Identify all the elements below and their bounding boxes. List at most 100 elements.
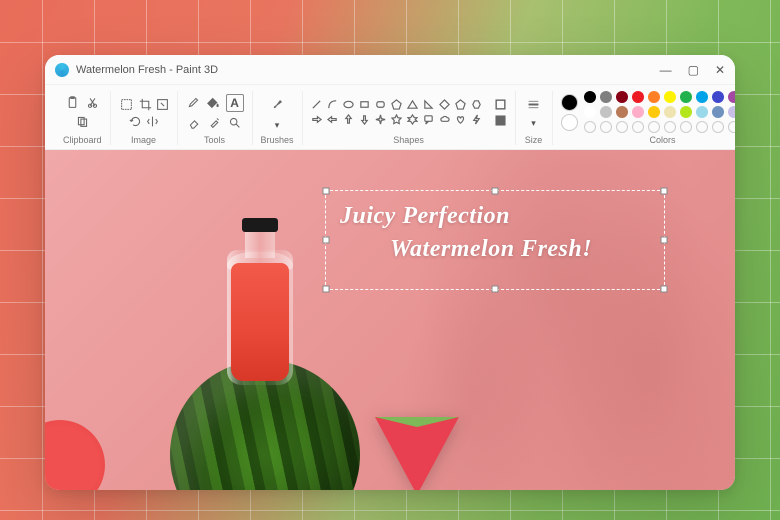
flip-icon[interactable] xyxy=(146,115,159,128)
resize-icon[interactable] xyxy=(156,98,169,111)
shape-hexagon-icon[interactable] xyxy=(471,99,483,111)
text-selection-box[interactable]: Juicy Perfection Watermelon Fresh! xyxy=(325,190,665,290)
size-dropdown-icon[interactable]: ▾ xyxy=(527,117,540,130)
rotate-icon[interactable] xyxy=(129,115,142,128)
group-label-size: Size xyxy=(525,135,543,145)
shape-fill-icon[interactable] xyxy=(494,114,507,127)
color-secondary[interactable] xyxy=(561,114,578,131)
custom-color-slot-9[interactable] xyxy=(728,121,735,133)
custom-color-slot-8[interactable] xyxy=(712,121,724,133)
watermelon-slice xyxy=(375,417,459,490)
shape-cloud-icon[interactable] xyxy=(439,114,451,126)
shape-star5-icon[interactable] xyxy=(391,114,403,126)
eyedropper-icon[interactable] xyxy=(207,115,223,131)
group-colors: Colors xyxy=(553,91,735,145)
titlebar: Watermelon Fresh - Paint 3D — ▢ ✕ xyxy=(45,55,735,85)
color-swatch-18[interactable] xyxy=(712,106,724,118)
color-swatch-10[interactable] xyxy=(584,106,596,118)
custom-color-slot-7[interactable] xyxy=(696,121,708,133)
resize-handle-n[interactable] xyxy=(492,188,499,195)
cut-icon[interactable] xyxy=(84,95,100,111)
pencil-icon[interactable] xyxy=(186,95,202,111)
color-swatch-5[interactable] xyxy=(664,91,676,103)
ribbon-toolbar: Clipboard Image A xyxy=(45,85,735,150)
color-swatch-13[interactable] xyxy=(632,106,644,118)
shape-roundrect-icon[interactable] xyxy=(375,99,387,111)
shape-rect-icon[interactable] xyxy=(359,99,371,111)
shape-outline-icon[interactable] xyxy=(494,98,507,111)
resize-handle-e[interactable] xyxy=(661,237,668,244)
select-icon[interactable] xyxy=(119,96,135,112)
resize-handle-ne[interactable] xyxy=(661,188,668,195)
shape-star4-icon[interactable] xyxy=(375,114,387,126)
magnifier-icon[interactable] xyxy=(227,115,243,131)
resize-handle-se[interactable] xyxy=(661,286,668,293)
shape-curve-icon[interactable] xyxy=(327,99,339,111)
custom-color-slot-5[interactable] xyxy=(664,121,676,133)
color-swatch-8[interactable] xyxy=(712,91,724,103)
maximize-button[interactable]: ▢ xyxy=(688,64,699,76)
copy-icon[interactable] xyxy=(74,114,90,130)
custom-color-slot-1[interactable] xyxy=(600,121,612,133)
color-primary[interactable] xyxy=(561,94,578,111)
color-swatch-15[interactable] xyxy=(664,106,676,118)
crop-icon[interactable] xyxy=(139,98,152,111)
shape-line-icon[interactable] xyxy=(311,99,323,111)
custom-color-slot-3[interactable] xyxy=(632,121,644,133)
color-swatch-11[interactable] xyxy=(600,106,612,118)
shape-pentagon-icon[interactable] xyxy=(455,99,467,111)
canvas-area[interactable]: Juicy Perfection Watermelon Fresh! xyxy=(45,150,735,490)
color-swatch-0[interactable] xyxy=(584,91,596,103)
color-swatch-16[interactable] xyxy=(680,106,692,118)
shape-arrowd-icon[interactable] xyxy=(359,114,371,126)
text-content[interactable]: Juicy Perfection Watermelon Fresh! xyxy=(326,191,664,275)
brush-dropdown-icon[interactable]: ▾ xyxy=(271,119,284,132)
shape-heart-icon[interactable] xyxy=(455,114,467,126)
shape-callout-icon[interactable] xyxy=(423,114,435,126)
color-swatch-17[interactable] xyxy=(696,106,708,118)
app-window: Watermelon Fresh - Paint 3D — ▢ ✕ Clipbo… xyxy=(45,55,735,490)
color-swatch-4[interactable] xyxy=(648,91,660,103)
fill-icon[interactable] xyxy=(206,95,222,111)
shape-rtriangle-icon[interactable] xyxy=(423,99,435,111)
resize-handle-w[interactable] xyxy=(323,237,330,244)
color-swatch-14[interactable] xyxy=(648,106,660,118)
brush-icon[interactable] xyxy=(265,92,289,116)
color-swatch-2[interactable] xyxy=(616,91,628,103)
color-swatch-19[interactable] xyxy=(728,106,735,118)
size-icon[interactable] xyxy=(524,94,544,114)
color-swatch-3[interactable] xyxy=(632,91,644,103)
shape-triangle-icon[interactable] xyxy=(407,99,419,111)
color-swatch-6[interactable] xyxy=(680,91,692,103)
shape-arrowl-icon[interactable] xyxy=(327,114,339,126)
text-tool-icon[interactable]: A xyxy=(226,94,244,112)
custom-color-slot-0[interactable] xyxy=(584,121,596,133)
resize-handle-sw[interactable] xyxy=(323,286,330,293)
group-label-shapes: Shapes xyxy=(393,135,424,145)
shape-polygon-icon[interactable] xyxy=(391,99,403,111)
shape-star6-icon[interactable] xyxy=(407,114,419,126)
custom-color-slot-6[interactable] xyxy=(680,121,692,133)
resize-handle-s[interactable] xyxy=(492,286,499,293)
shape-arrowu-icon[interactable] xyxy=(343,114,355,126)
eraser-icon[interactable] xyxy=(187,115,203,131)
color-swatch-7[interactable] xyxy=(696,91,708,103)
app-icon xyxy=(55,63,69,77)
paste-icon[interactable] xyxy=(64,95,80,111)
group-brushes: ▾ Brushes xyxy=(253,91,303,145)
group-label-colors: Colors xyxy=(650,135,676,145)
color-swatch-12[interactable] xyxy=(616,106,628,118)
shape-oval-icon[interactable] xyxy=(343,99,355,111)
color-swatch-9[interactable] xyxy=(728,91,735,103)
color-swatch-1[interactable] xyxy=(600,91,612,103)
minimize-button[interactable]: — xyxy=(660,64,672,76)
resize-handle-nw[interactable] xyxy=(323,188,330,195)
shape-lightning-icon[interactable] xyxy=(471,114,483,126)
custom-color-slot-4[interactable] xyxy=(648,121,660,133)
group-clipboard: Clipboard xyxy=(55,91,111,145)
shape-diamond-icon[interactable] xyxy=(439,99,451,111)
custom-color-slot-2[interactable] xyxy=(616,121,628,133)
shape-arrowr-icon[interactable] xyxy=(311,114,323,126)
close-button[interactable]: ✕ xyxy=(715,64,725,76)
group-label-brushes: Brushes xyxy=(261,135,294,145)
